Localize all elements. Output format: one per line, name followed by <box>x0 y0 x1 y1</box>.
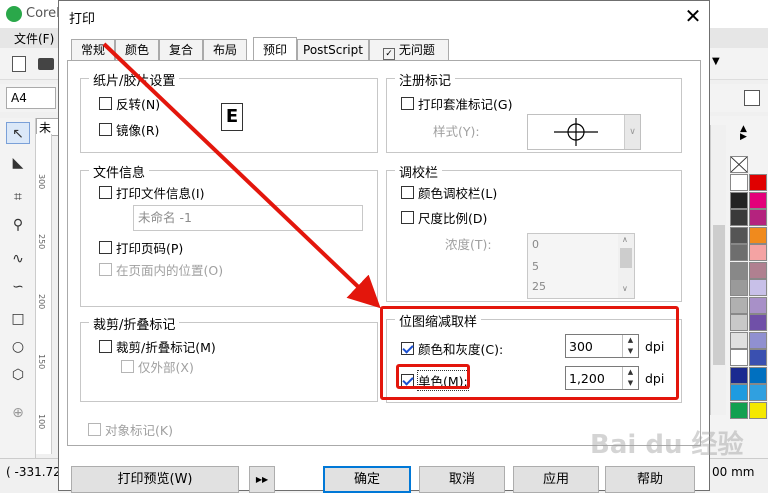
watermark-text: Bai du 经验 <box>590 430 744 460</box>
annotation-arrow <box>102 42 381 309</box>
watermark: Bai du 经验 <box>590 424 744 461</box>
red-arrow-line <box>102 42 381 309</box>
